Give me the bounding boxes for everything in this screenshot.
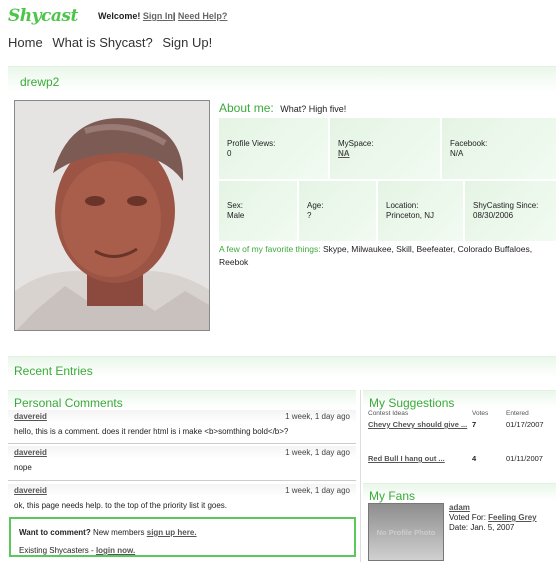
existing-shycasters-text: Existing Shycasters - <box>19 546 94 555</box>
login-line: Existing Shycasters - login now. <box>19 542 346 560</box>
welcome-text: Welcome! <box>98 11 141 21</box>
my-suggestions-bar: My Suggestions <box>363 390 556 410</box>
age-cell: Age: ? <box>299 181 376 241</box>
nav-home[interactable]: Home <box>8 35 43 50</box>
sex-value: Male <box>227 211 245 220</box>
comment-time: 1 week, 1 day ago <box>285 486 350 495</box>
sign-up-here-link[interactable]: sign up here. <box>147 528 197 537</box>
favorite-things: A few of my favorite things: Skype, Milw… <box>219 243 555 269</box>
sign-up-line: Want to comment? New members sign up her… <box>19 524 346 542</box>
facebook-value: N/A <box>450 148 464 158</box>
header-entered: Entered <box>506 410 529 417</box>
my-fans-title: My Fans <box>369 489 416 503</box>
profile-info-grid-2: Sex: Male Age: ? Location: Princeton, NJ… <box>219 181 556 241</box>
suggestion-entered: 01/11/2007 <box>506 454 543 463</box>
username: drewp2 <box>20 75 60 89</box>
recent-entries-title: Recent Entries <box>14 364 93 378</box>
comment-author-link[interactable]: davereid <box>14 448 47 457</box>
age-label: Age: <box>307 201 324 210</box>
comment-author-link[interactable]: davereid <box>14 412 47 421</box>
nav-sign-up[interactable]: Sign Up! <box>162 35 212 50</box>
comment-header: davereid 1 week, 1 day ago <box>8 446 356 459</box>
header-contest-ideas: Contest Ideas <box>368 410 409 417</box>
about-me: About me: What? High five! <box>219 101 346 115</box>
username-bar: drewp2 <box>8 66 556 92</box>
nav-what-is-shycast[interactable]: What is Shycast? <box>52 35 152 50</box>
shycasting-since-label: ShyCasting Since: <box>473 201 539 210</box>
location-value: Princeton, NJ <box>386 211 435 220</box>
profile-views-cell: Profile Views: 0 <box>219 118 328 179</box>
comment-item: davereid 1 week, 1 day ago ok, this page… <box>8 484 356 514</box>
fan-date: Date: Jan. 5, 2007 <box>449 523 515 532</box>
my-fans-bar: My Fans <box>363 483 556 503</box>
profile-views-value: 0 <box>227 148 232 158</box>
location-cell: Location: Princeton, NJ <box>378 181 463 241</box>
about-label: About me: <box>219 101 274 115</box>
fan-name-link[interactable]: adam <box>449 503 537 513</box>
suggestion-votes: 4 <box>472 454 477 463</box>
want-to-comment-box: Want to comment? New members sign up her… <box>9 517 356 557</box>
sex-cell: Sex: Male <box>219 181 297 241</box>
comment-text: nope <box>14 463 32 472</box>
suggestion-link[interactable]: Red Bull I hang out ... <box>368 454 472 463</box>
login-now-link[interactable]: login now. <box>96 546 135 555</box>
profile-photo <box>14 100 210 331</box>
facebook-cell: Facebook: N/A <box>442 118 556 179</box>
comment-item: davereid 1 week, 1 day ago hello, this i… <box>8 410 356 440</box>
recent-entries-bar: Recent Entries <box>8 356 556 378</box>
fan-avatar[interactable]: No Profile Photo <box>368 503 444 561</box>
welcome-bar: Welcome! Sign In| Need Help? <box>98 11 227 21</box>
comment-header: davereid 1 week, 1 day ago <box>8 410 356 423</box>
header-votes: Votes <box>472 410 489 417</box>
column-divider <box>360 390 361 562</box>
comment-divider <box>8 443 356 444</box>
my-suggestions-title: My Suggestions <box>369 396 455 410</box>
personal-comments-title: Personal Comments <box>14 396 123 410</box>
age-value: ? <box>307 211 312 220</box>
comment-divider <box>8 480 356 481</box>
profile-info-grid-1: Profile Views: 0 MySpace: NA Facebook: N… <box>219 118 556 179</box>
profile-views-label: Profile Views: <box>227 138 276 148</box>
comment-item: davereid 1 week, 1 day ago nope <box>8 446 356 476</box>
comment-text: ok, this page needs help. to the top of … <box>14 501 228 510</box>
suggestions-table: Contest Ideas Votes Entered Chevy Chevy … <box>368 410 556 463</box>
comment-author-link[interactable]: davereid <box>14 486 47 495</box>
shycasting-since-value: 08/30/2006 <box>473 211 514 220</box>
main-nav: Home What is Shycast? Sign Up! <box>8 35 218 50</box>
about-text: What? High five! <box>280 104 347 114</box>
voted-for-link[interactable]: Feeling Grey <box>488 513 536 522</box>
profile-photo-image <box>15 101 209 330</box>
new-members-text: New members <box>92 528 145 537</box>
table-row: Red Bull I hang out ... 4 01/11/2007 <box>368 454 556 463</box>
sign-in-link[interactable]: Sign In <box>143 11 173 21</box>
separator: | <box>172 11 176 21</box>
suggestions-header-row: Contest Ideas Votes Entered <box>368 410 556 417</box>
personal-comments-bar: Personal Comments <box>8 390 356 410</box>
suggestion-votes: 7 <box>472 420 477 429</box>
fan-info: adam Voted For: Feeling Grey Date: Jan. … <box>449 503 537 533</box>
facebook-label: Facebook: <box>450 138 488 148</box>
suggestion-entered: 01/17/2007 <box>506 420 544 429</box>
myspace-link[interactable]: NA <box>338 149 440 159</box>
favorite-things-label: A few of my favorite things: <box>219 244 321 254</box>
no-profile-photo-text: No Profile Photo <box>376 527 436 537</box>
want-to-comment-label: Want to comment? <box>19 528 91 537</box>
myspace-label: MySpace: <box>338 138 374 148</box>
sex-label: Sex: <box>227 201 244 210</box>
comment-time: 1 week, 1 day ago <box>285 448 350 457</box>
logo[interactable]: Shycast <box>8 6 78 26</box>
help-link[interactable]: Need Help? <box>178 11 228 21</box>
comment-header: davereid 1 week, 1 day ago <box>8 484 356 497</box>
shycasting-since-cell: ShyCasting Since: 08/30/2006 <box>465 181 556 241</box>
location-label: Location: <box>386 201 419 210</box>
fan-voted-line: Voted For: Feeling Grey <box>449 513 537 523</box>
comment-text: hello, this is a comment. does it render… <box>14 427 289 436</box>
myspace-cell: MySpace: NA <box>330 118 440 179</box>
table-row: Chevy Chevy should give ... 7 01/17/2007 <box>368 420 556 440</box>
comment-time: 1 week, 1 day ago <box>285 412 350 421</box>
voted-for-label: Voted For: <box>449 513 486 522</box>
suggestion-link[interactable]: Chevy Chevy should give ... <box>368 420 472 440</box>
